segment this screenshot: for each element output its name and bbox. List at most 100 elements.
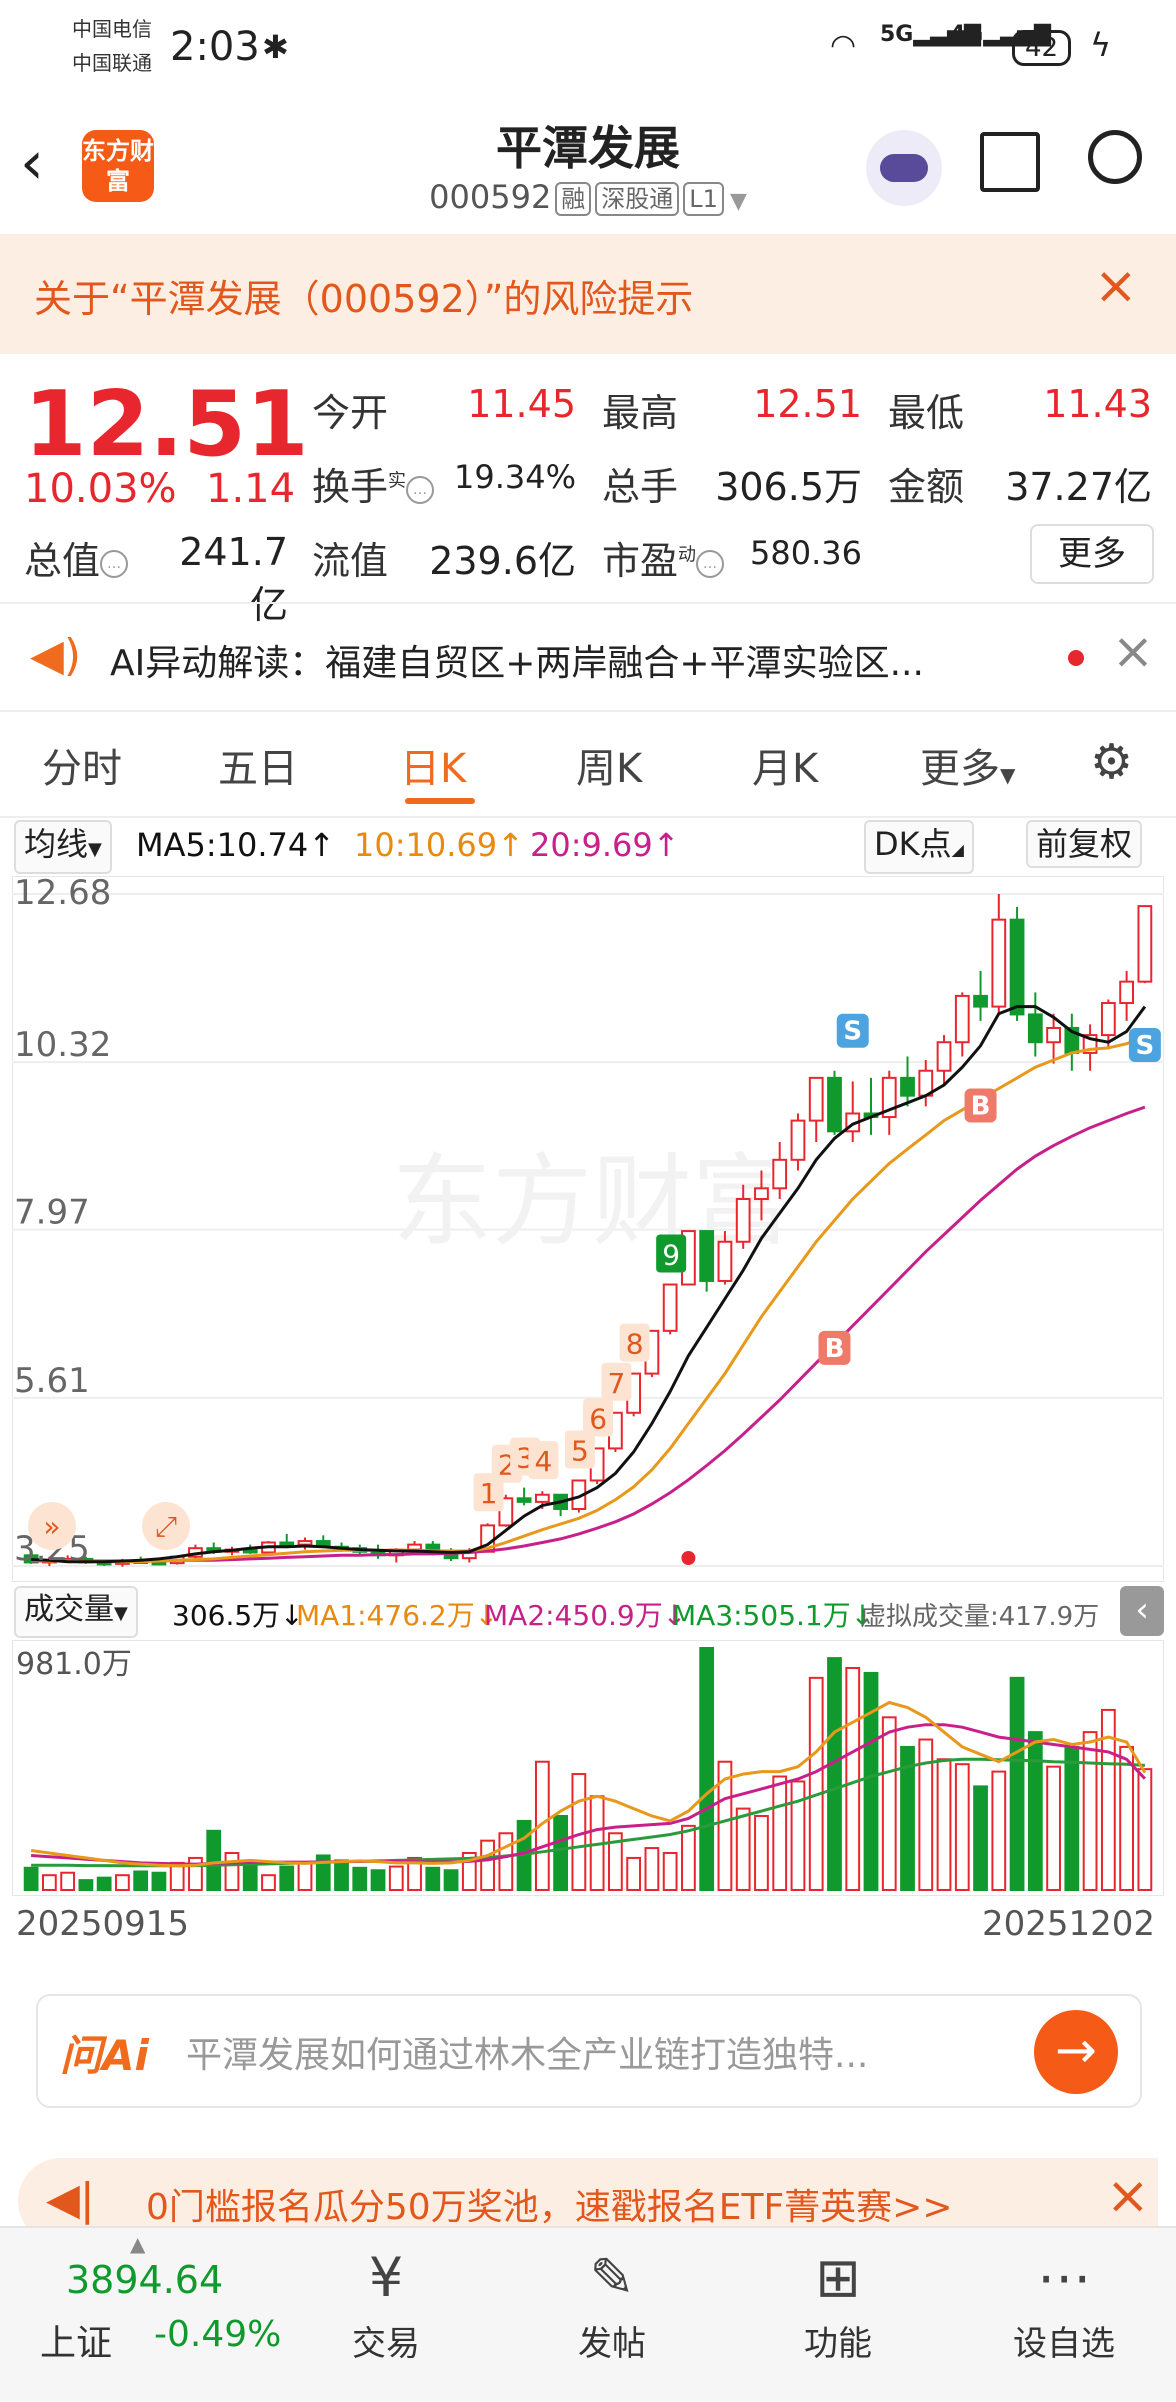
candle-body [151,1561,167,1566]
volume-bar [662,1851,678,1892]
volume-chart[interactable]: 981.0万 [12,1640,1164,1896]
td-count-label: 7 [607,1367,625,1400]
start-date: 20250915 [16,1904,190,1944]
search-icon[interactable] [1088,130,1142,184]
date-axis: 20250915 20251202 [0,1904,1176,1954]
candle-body [954,994,970,1044]
candle-body [279,1541,295,1546]
virtual-volume: 虚拟成交量:417.9万 [860,1602,1100,1632]
candle-body [973,994,988,1008]
tab-weekly-k[interactable]: 周K [576,736,642,794]
info-icon[interactable]: … [696,549,725,578]
tab-daily-k[interactable]: 日K [400,736,466,794]
sell-signal-label: S [1136,1031,1155,1061]
tab-more[interactable]: 更多▼ [920,736,1015,794]
nav-trade[interactable]: ¥ 交易 [316,2246,456,2365]
volume-bar [1064,1745,1080,1891]
pe-value: 580.36 [750,534,862,572]
volume-bar [754,1814,769,1891]
candle-body [516,1497,532,1503]
amount-label: 金额 [888,465,965,509]
candle-body [754,1187,769,1201]
close-icon[interactable]: × [1106,2166,1150,2226]
ask-ai-logo: 问Ai [60,2031,149,2080]
volume-bar [954,1763,970,1891]
candle-body [790,1119,806,1161]
volume-bar [1046,1765,1061,1891]
volume-bar [480,1839,495,1891]
info-icon[interactable]: … [406,475,435,504]
float-label: 流值 [312,539,389,583]
stock-code: 000592 [429,178,552,216]
settings-gear-icon[interactable]: ⚙ [1090,734,1133,790]
nav-post[interactable]: ✎ 发帖 [542,2246,682,2365]
ask-ai-input[interactable]: 平潭发展如何通过林木全产业链打造独特... [186,2026,868,2078]
change-pct: 10.03% [24,466,177,512]
volume-bar [827,1657,842,1892]
volume-bar [297,1861,313,1892]
risk-text: 关于“平潭发展（000592）”的风险提示 [34,277,694,321]
amount-value: 37.27亿 [1005,465,1152,509]
volume-bar [498,1832,514,1891]
dk-point-button[interactable]: DK点◢ [864,820,974,874]
index-change[interactable]: -0.49% [154,2314,281,2355]
index-value[interactable]: 3894.64 [66,2258,223,2302]
carrier-1: 中国电信 [72,17,152,41]
nav-add-watchlist[interactable]: ⋯ 设自选 [994,2246,1134,2365]
volume-bar [96,1876,112,1892]
ask-ai-box[interactable]: 问Ai 平潭发展如何通过林木全产业链打造独特... → [36,1994,1142,2108]
close-icon[interactable]: × [1094,256,1138,316]
volume-bar [370,1869,386,1891]
charging-icon: ϟ [1090,26,1112,64]
candle-body [1100,1002,1116,1037]
candle-body [1027,1013,1043,1044]
low-value: 11.43 [1043,382,1152,426]
volume-bar [881,1716,897,1891]
volume-selector[interactable]: 成交量▼ [14,1586,138,1638]
volume-bar [936,1758,952,1891]
volume-bar [352,1866,368,1892]
info-icon[interactable]: … [100,549,129,578]
low-label: 最低 [888,391,965,435]
turnover-value: 19.34% [453,458,576,496]
td-count-label: 6 [589,1402,607,1435]
ma10-value: 10:10.69↑ [354,826,524,864]
volume-bar [553,1814,569,1891]
fast-forward-icon-glyph: » [43,1510,60,1543]
tab-five-day[interactable]: 五日 [218,736,298,794]
volume-bar [1027,1731,1043,1891]
volume-bar [735,1807,751,1892]
volume-bar [151,1871,167,1891]
risk-banner[interactable]: 关于“平潭发展（000592）”的风险提示 × [0,234,1176,354]
volume-bar [845,1666,861,1891]
td-count-label: 9 [662,1239,680,1272]
wifi-icon: ◠ [830,28,857,63]
ai-interpretation-bar[interactable]: ◀) AI异动解读：福建自贸区+两岸融合+平潭实验区... × [0,602,1176,712]
close-icon[interactable]: × [1112,622,1154,680]
tab-intraday[interactable]: 分时 [42,736,122,794]
collapse-arrow-icon[interactable]: ‹ [1120,1586,1164,1636]
candle-body [534,1493,550,1503]
volume-bar [261,1874,276,1891]
caret-up-icon: ▲ [130,2232,146,2256]
adjust-button[interactable]: 前复权 [1026,820,1143,868]
nav-functions[interactable]: ⊞ 功能 [768,2246,908,2365]
kline-chart[interactable]: 东方财富 12.6810.327.975.613.25 123456789BSB… [12,876,1164,1582]
volume-bar [388,1865,404,1891]
submit-arrow-icon[interactable]: → [1034,2010,1118,2094]
dropdown-icon: ▼ [729,189,747,214]
assistant-avatar[interactable] [866,130,942,206]
promo-text: 0门槛报名瓜分50万奖池，速戳报名ETF菁英赛>> [146,2187,953,2228]
index-name[interactable]: 上证 [40,2314,112,2366]
unread-dot [1068,650,1084,666]
volume-bar [1009,1676,1025,1891]
robot-icon [880,154,928,182]
bottom-nav: ▲ 3894.64 上证 -0.49% ¥ 交易 ✎ 发帖 ⊞ 功能 ⋯ 设自选 [0,2226,1176,2402]
indicator-selector[interactable]: 均线▼ [14,820,112,874]
y-tick-label: 12.68 [14,876,111,913]
share-icon[interactable] [980,132,1040,192]
more-button[interactable]: 更多 [1030,524,1154,584]
td-count-label: 5 [571,1434,589,1467]
tab-monthly-k[interactable]: 月K [752,736,818,794]
buy-signal-label: B [825,1334,845,1364]
